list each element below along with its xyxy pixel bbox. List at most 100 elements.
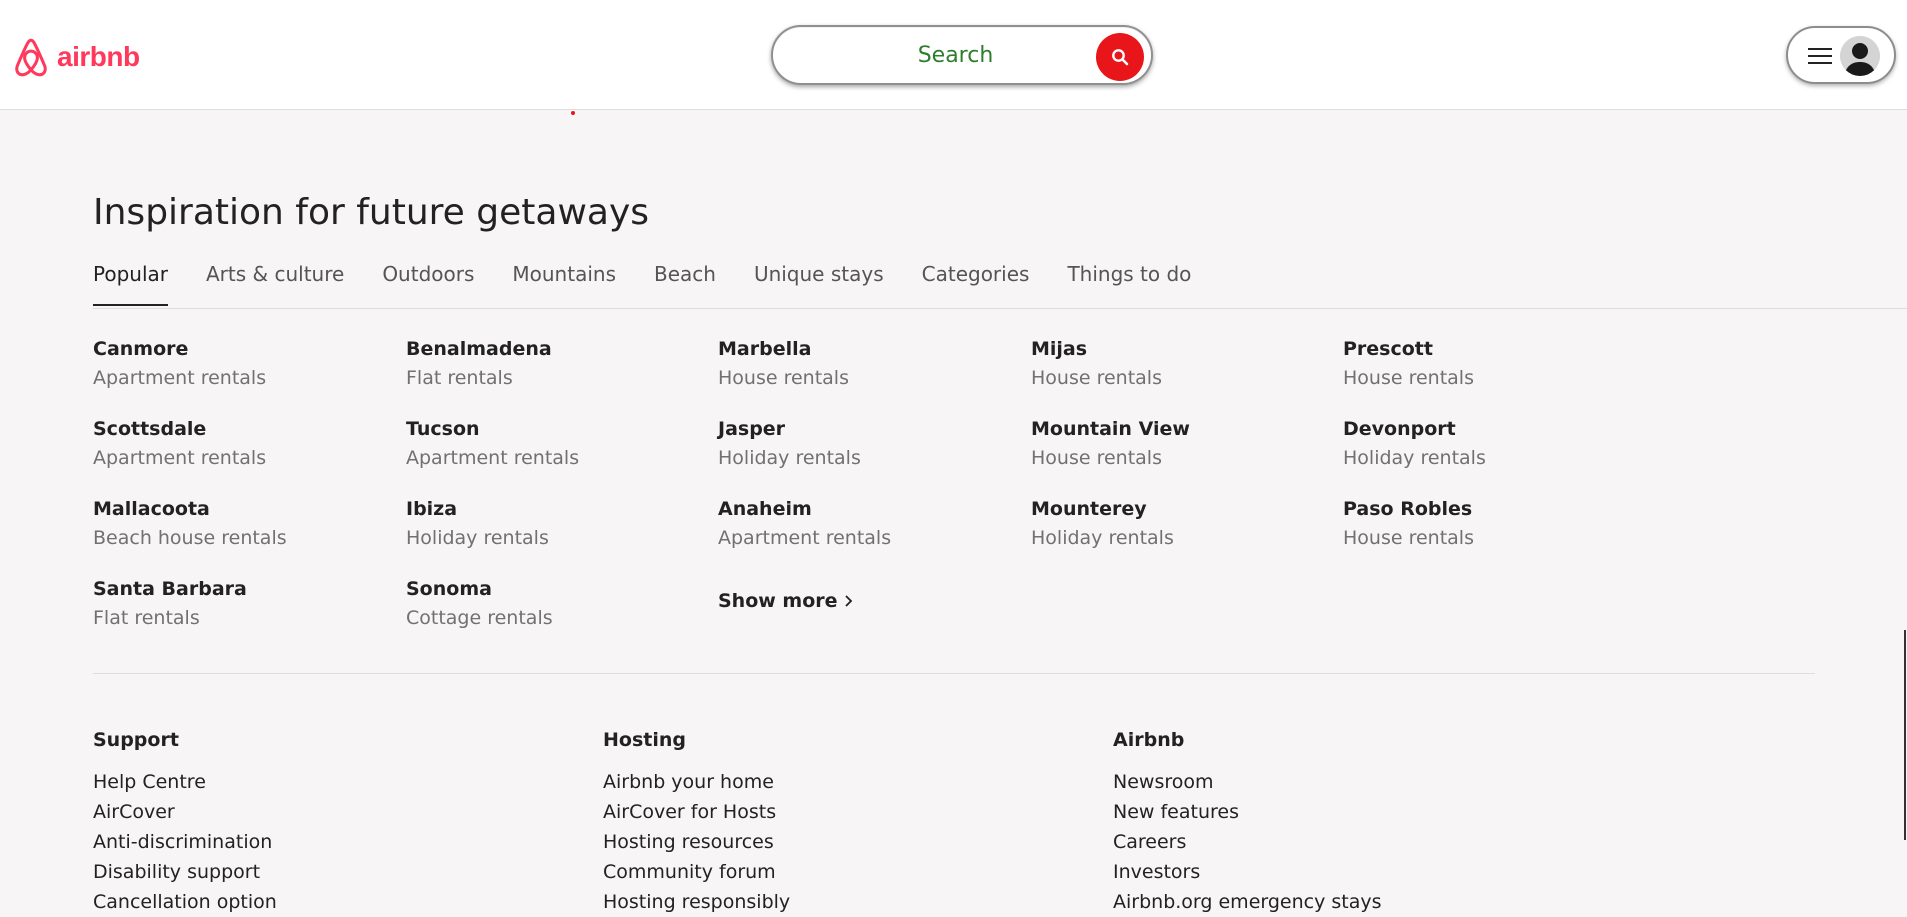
destination-city: Mountain View	[1031, 418, 1190, 440]
destination-link[interactable]: Mountain View House rentals	[1031, 416, 1331, 471]
show-more-button[interactable]: Show more	[718, 590, 853, 612]
footer-link[interactable]: Careers	[1113, 827, 1593, 857]
footer-link[interactable]: Disability support	[93, 857, 573, 887]
destination-city: Paso Robles	[1343, 498, 1473, 520]
destination-city: Mijas	[1031, 338, 1088, 360]
destination-link[interactable]: Devonport Holiday rentals	[1343, 416, 1643, 471]
section-title: Inspiration for future getaways	[93, 192, 650, 233]
destination-link[interactable]: Santa Barbara Flat rentals	[93, 576, 393, 631]
destination-type: House rentals	[1343, 367, 1474, 389]
footer-heading: Hosting	[603, 729, 686, 751]
destination-link[interactable]: Mounterey Holiday rentals	[1031, 496, 1331, 551]
chevron-right-icon	[844, 595, 852, 607]
destination-type: Apartment rentals	[718, 527, 892, 549]
destination-link[interactable]: Prescott House rentals	[1343, 336, 1643, 391]
footer-column-hosting: Hosting Airbnb your home AirCover for Ho…	[603, 727, 1083, 917]
destination-type: Apartment rentals	[93, 367, 267, 389]
footer-link[interactable]: Airbnb your home	[603, 767, 1083, 797]
destination-city: Ibiza	[406, 498, 458, 520]
footer-link[interactable]: Community forum	[603, 857, 1083, 887]
destination-type: Holiday rentals	[1031, 527, 1174, 549]
footer-heading: Airbnb	[1113, 729, 1185, 751]
footer-link[interactable]: AirCover for Hosts	[603, 797, 1083, 827]
destination-type: House rentals	[718, 367, 849, 389]
destination-city: Prescott	[1343, 338, 1433, 360]
loading-indicator-dot	[571, 111, 575, 115]
airbnb-logo[interactable]: airbnb	[12, 36, 140, 78]
footer-link[interactable]: AirCover	[93, 797, 573, 827]
footer-column-support: Support Help Centre AirCover Anti-discri…	[93, 727, 573, 917]
tab-beach[interactable]: Beach	[654, 262, 716, 306]
destination-link[interactable]: Mallacoota Beach house rentals	[93, 496, 393, 551]
tab-unique-stays[interactable]: Unique stays	[754, 262, 884, 306]
tab-mountains[interactable]: Mountains	[512, 262, 616, 306]
destination-type: Cottage rentals	[406, 607, 553, 629]
search-icon	[1112, 49, 1129, 66]
footer-link[interactable]: Investors	[1113, 857, 1593, 887]
tab-popular[interactable]: Popular	[93, 262, 168, 306]
destination-city: Mallacoota	[93, 498, 210, 520]
destination-city: Jasper	[718, 418, 786, 440]
destination-city: Benalmadena	[406, 338, 552, 360]
destination-link[interactable]: Ibiza Holiday rentals	[406, 496, 706, 551]
destination-type: Holiday rentals	[1343, 447, 1486, 469]
footer-link[interactable]: Hosting resources	[603, 827, 1083, 857]
destination-link[interactable]: Canmore Apartment rentals	[93, 336, 393, 391]
category-tabs: Popular Arts & culture Outdoors Mountain…	[93, 262, 1229, 306]
destination-link[interactable]: Mijas House rentals	[1031, 336, 1331, 391]
destination-city: Marbella	[718, 338, 812, 360]
user-avatar-icon	[1840, 36, 1880, 76]
search-label[interactable]: Search	[773, 43, 1138, 68]
user-menu-button[interactable]	[1786, 26, 1896, 84]
destination-link[interactable]: Sonoma Cottage rentals	[406, 576, 706, 631]
destination-type: Holiday rentals	[406, 527, 549, 549]
footer-link[interactable]: Newsroom	[1113, 767, 1593, 797]
footer-link[interactable]: Help Centre	[93, 767, 573, 797]
top-header: airbnb Search	[0, 0, 1907, 110]
tabs-divider	[93, 308, 1907, 309]
destination-type: House rentals	[1343, 527, 1474, 549]
airbnb-belo-icon	[15, 38, 47, 77]
footer-link[interactable]: Cancellation option	[93, 887, 573, 917]
tab-outdoors[interactable]: Outdoors	[382, 262, 474, 306]
destination-type: Flat rentals	[93, 607, 200, 629]
footer-divider	[93, 673, 1815, 674]
destination-city: Sonoma	[406, 578, 492, 600]
destination-type: Holiday rentals	[718, 447, 861, 469]
scrollbar-thumb[interactable]	[1904, 630, 1906, 840]
hamburger-icon	[1808, 48, 1832, 64]
destination-link[interactable]: Anaheim Apartment rentals	[718, 496, 1018, 551]
tab-things-to-do[interactable]: Things to do	[1067, 262, 1191, 306]
destination-type: House rentals	[1031, 447, 1162, 469]
footer-heading: Support	[93, 729, 179, 751]
tab-categories[interactable]: Categories	[922, 262, 1030, 306]
destination-link[interactable]: Scottsdale Apartment rentals	[93, 416, 393, 471]
footer-link[interactable]: New features	[1113, 797, 1593, 827]
search-bar[interactable]: Search	[771, 25, 1153, 85]
destination-city: Canmore	[93, 338, 189, 360]
footer-link[interactable]: Hosting responsibly	[603, 887, 1083, 917]
destination-city: Devonport	[1343, 418, 1456, 440]
search-button[interactable]	[1096, 33, 1144, 81]
destination-link[interactable]: Benalmadena Flat rentals	[406, 336, 706, 391]
logo-wordmark: airbnb	[57, 41, 140, 72]
destination-city: Mounterey	[1031, 498, 1147, 520]
destination-city: Tucson	[406, 418, 480, 440]
show-more-label: Show more	[718, 590, 838, 612]
avatar	[1840, 36, 1880, 76]
destination-type: Beach house rentals	[93, 527, 287, 549]
destination-link[interactable]: Paso Robles House rentals	[1343, 496, 1643, 551]
destination-type: Apartment rentals	[406, 447, 580, 469]
destination-type: House rentals	[1031, 367, 1162, 389]
destination-link[interactable]: Tucson Apartment rentals	[406, 416, 706, 471]
destination-type: Apartment rentals	[93, 447, 267, 469]
tab-arts-culture[interactable]: Arts & culture	[206, 262, 344, 306]
destination-type: Flat rentals	[406, 367, 513, 389]
destination-link[interactable]: Marbella House rentals	[718, 336, 1018, 391]
destination-city: Santa Barbara	[93, 578, 247, 600]
footer-link[interactable]: Airbnb.org emergency stays	[1113, 887, 1593, 917]
destination-city: Scottsdale	[93, 418, 207, 440]
footer-column-airbnb: Airbnb Newsroom New features Careers Inv…	[1113, 727, 1593, 917]
destination-link[interactable]: Jasper Holiday rentals	[718, 416, 1018, 471]
footer-link[interactable]: Anti-discrimination	[93, 827, 573, 857]
